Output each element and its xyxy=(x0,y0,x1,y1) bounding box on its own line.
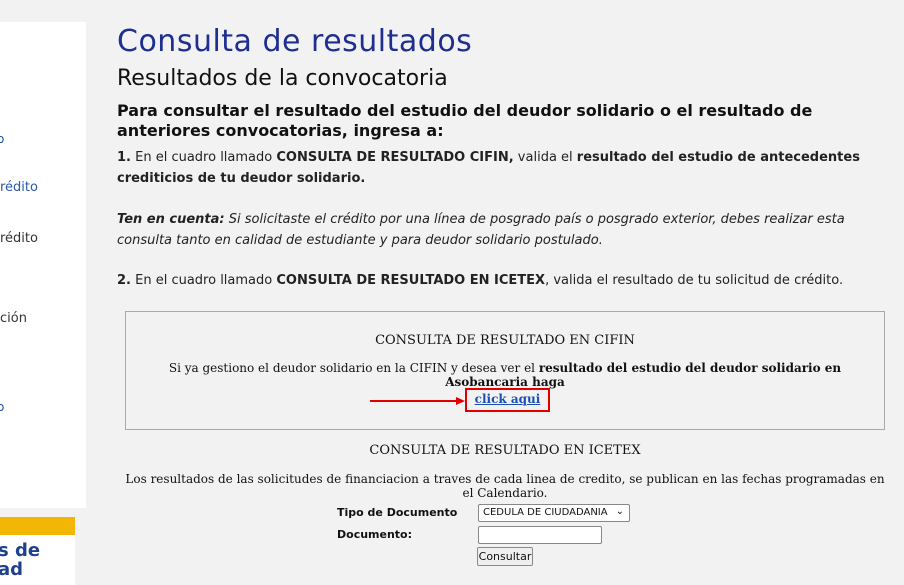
doc-type-select[interactable]: CEDULA DE CIUDADANIA ⌄ xyxy=(478,504,630,522)
page-title: Consulta de resultados xyxy=(117,24,473,59)
click-here-link[interactable]: click aqui xyxy=(467,392,548,406)
sidebar-item-label: ción xyxy=(0,311,27,326)
step-2: 2. En el cuadro llamado CONSULTA DE RESU… xyxy=(117,270,877,291)
note-body: Si solicitaste el crédito por una línea … xyxy=(117,212,845,248)
cifin-text-plain: Si ya gestiono el deudor solidario en la… xyxy=(168,361,539,375)
doc-type-label: Tipo de Documento xyxy=(337,506,458,519)
sidebar-banner[interactable]: s de ad xyxy=(0,517,75,585)
banner-accent-bar xyxy=(0,517,75,535)
sidebar-item-1[interactable]: o xyxy=(0,132,4,146)
step-text: valida el xyxy=(513,150,577,165)
sidebar-item-label: o xyxy=(0,132,5,146)
red-arrow-icon xyxy=(370,397,465,405)
intro-text: Para consultar el resultado del estudio … xyxy=(117,101,813,140)
step-1: 1. En el cuadro llamado CONSULTA DE RESU… xyxy=(117,147,877,189)
cifin-panel: CONSULTA DE RESULTADO EN CIFIN Si ya ges… xyxy=(125,311,885,430)
sidebar-item-3[interactable]: rédito xyxy=(0,231,38,246)
sidebar-item-2[interactable]: rédito xyxy=(0,180,38,195)
step-text: En el cuadro llamado xyxy=(130,273,277,288)
sidebar-item-label: rédito xyxy=(0,231,38,246)
sidebar: o rédito rédito ción o xyxy=(0,22,86,508)
step-text: En el cuadro llamado xyxy=(130,150,277,165)
click-link-highlight: click aqui xyxy=(465,388,550,412)
sidebar-item-label: rédito xyxy=(0,180,38,195)
doc-label: Documento: xyxy=(337,528,413,541)
step-emphasis: CONSULTA DE RESULTADO EN ICETEX xyxy=(276,273,546,288)
step-emphasis: CONSULTA DE RESULTADO CIFIN, xyxy=(276,150,514,165)
sidebar-item-5[interactable]: o xyxy=(0,400,4,414)
icetex-title: CONSULTA DE RESULTADO EN ICETEX xyxy=(369,443,641,458)
step-number: 1. xyxy=(117,150,131,165)
cifin-text: Si ya gestiono el deudor solidario en la… xyxy=(126,361,884,389)
document-input[interactable] xyxy=(478,526,602,544)
banner-text: s de ad xyxy=(0,541,40,579)
banner-text-line1: s de xyxy=(0,540,41,561)
step-text: , valida el resultado de tu solicitud de… xyxy=(545,273,844,288)
step-number: 2. xyxy=(117,273,131,288)
sidebar-item-label: o xyxy=(0,400,5,414)
sidebar-item-4[interactable]: ción xyxy=(0,311,27,326)
banner-text-line2: ad xyxy=(0,559,24,580)
note-label: Ten en cuenta: xyxy=(117,212,225,227)
chevron-down-icon: ⌄ xyxy=(615,506,624,517)
note-text: Ten en cuenta: Si solicitaste el crédito… xyxy=(117,209,877,251)
consultar-button[interactable]: Consultar xyxy=(477,547,533,566)
cifin-title: CONSULTA DE RESULTADO EN CIFIN xyxy=(375,333,635,348)
section-title: Resultados de la convocatoria xyxy=(117,66,448,91)
icetex-text: Los resultados de las solicitudes de fin… xyxy=(125,472,885,500)
doc-type-value: CEDULA DE CIUDADANIA xyxy=(483,507,608,518)
